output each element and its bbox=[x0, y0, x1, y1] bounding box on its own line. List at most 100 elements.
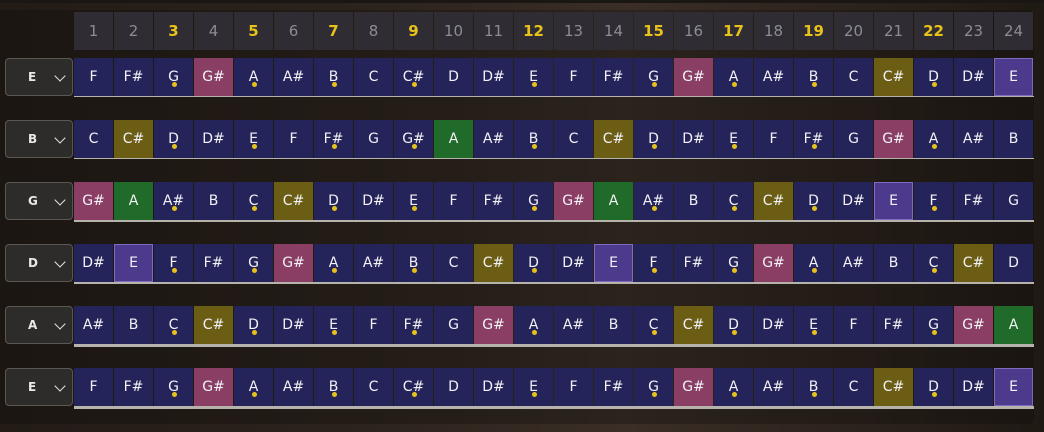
note-cell-s2-f13[interactable]: C bbox=[554, 120, 593, 158]
note-cell-s3-f13[interactable]: G# bbox=[554, 182, 593, 220]
note-cell-s6-f20[interactable]: C bbox=[834, 368, 873, 406]
note-cell-s6-f7[interactable]: B bbox=[314, 368, 353, 406]
note-cell-s1-f20[interactable]: C bbox=[834, 58, 873, 96]
note-cell-s3-f4[interactable]: B bbox=[194, 182, 233, 220]
note-cell-s2-f3[interactable]: D bbox=[154, 120, 193, 158]
note-cell-s2-f2[interactable]: C# bbox=[114, 120, 153, 158]
note-cell-s2-f12[interactable]: B bbox=[514, 120, 553, 158]
note-cell-s1-f17[interactable]: A bbox=[714, 58, 753, 96]
note-cell-s2-f16[interactable]: D# bbox=[674, 120, 713, 158]
note-cell-s3-f24[interactable]: G bbox=[994, 182, 1033, 220]
note-cell-s2-f19[interactable]: F# bbox=[794, 120, 833, 158]
note-cell-s1-f6[interactable]: A# bbox=[274, 58, 313, 96]
note-cell-s5-f5[interactable]: D bbox=[234, 306, 273, 344]
note-cell-s5-f2[interactable]: B bbox=[114, 306, 153, 344]
note-cell-s5-f6[interactable]: D# bbox=[274, 306, 313, 344]
note-cell-s5-f9[interactable]: F# bbox=[394, 306, 433, 344]
note-cell-s3-f8[interactable]: D# bbox=[354, 182, 393, 220]
note-cell-s4-f11[interactable]: C# bbox=[474, 244, 513, 282]
note-cell-s6-f5[interactable]: A bbox=[234, 368, 273, 406]
note-cell-s6-f13[interactable]: F bbox=[554, 368, 593, 406]
note-cell-s2-f5[interactable]: E bbox=[234, 120, 273, 158]
note-cell-s4-f18[interactable]: G# bbox=[754, 244, 793, 282]
note-cell-s5-f13[interactable]: A# bbox=[554, 306, 593, 344]
note-cell-s5-f3[interactable]: C bbox=[154, 306, 193, 344]
note-cell-s4-f6[interactable]: G# bbox=[274, 244, 313, 282]
note-cell-s6-f2[interactable]: F# bbox=[114, 368, 153, 406]
note-cell-s1-f9[interactable]: C# bbox=[394, 58, 433, 96]
note-cell-s1-f21[interactable]: C# bbox=[874, 58, 913, 96]
note-cell-s4-f1[interactable]: D# bbox=[74, 244, 113, 282]
note-cell-s5-f4[interactable]: C# bbox=[194, 306, 233, 344]
note-cell-s5-f16[interactable]: C# bbox=[674, 306, 713, 344]
note-cell-s3-f14[interactable]: A bbox=[594, 182, 633, 220]
note-cell-s1-f19[interactable]: B bbox=[794, 58, 833, 96]
note-cell-s1-f18[interactable]: A# bbox=[754, 58, 793, 96]
note-cell-s4-f14[interactable]: E bbox=[594, 244, 633, 282]
note-cell-s3-f9[interactable]: E bbox=[394, 182, 433, 220]
note-cell-s1-f1[interactable]: F bbox=[74, 58, 113, 96]
note-cell-s5-f22[interactable]: G bbox=[914, 306, 953, 344]
note-cell-s6-f12[interactable]: E bbox=[514, 368, 553, 406]
note-cell-s4-f4[interactable]: F# bbox=[194, 244, 233, 282]
note-cell-s3-f20[interactable]: D# bbox=[834, 182, 873, 220]
tuning-select-string-1[interactable]: E bbox=[5, 58, 73, 96]
note-cell-s6-f16[interactable]: G# bbox=[674, 368, 713, 406]
note-cell-s4-f20[interactable]: A# bbox=[834, 244, 873, 282]
note-cell-s1-f8[interactable]: C bbox=[354, 58, 393, 96]
note-cell-s2-f21[interactable]: G# bbox=[874, 120, 913, 158]
note-cell-s6-f14[interactable]: F# bbox=[594, 368, 633, 406]
note-cell-s2-f11[interactable]: A# bbox=[474, 120, 513, 158]
note-cell-s4-f10[interactable]: C bbox=[434, 244, 473, 282]
note-cell-s2-f15[interactable]: D bbox=[634, 120, 673, 158]
note-cell-s1-f14[interactable]: F# bbox=[594, 58, 633, 96]
note-cell-s1-f16[interactable]: G# bbox=[674, 58, 713, 96]
note-cell-s1-f13[interactable]: F bbox=[554, 58, 593, 96]
note-cell-s5-f1[interactable]: A# bbox=[74, 306, 113, 344]
note-cell-s5-f7[interactable]: E bbox=[314, 306, 353, 344]
note-cell-s6-f6[interactable]: A# bbox=[274, 368, 313, 406]
note-cell-s6-f9[interactable]: C# bbox=[394, 368, 433, 406]
note-cell-s5-f17[interactable]: D bbox=[714, 306, 753, 344]
note-cell-s6-f1[interactable]: F bbox=[74, 368, 113, 406]
note-cell-s1-f4[interactable]: G# bbox=[194, 58, 233, 96]
note-cell-s4-f23[interactable]: C# bbox=[954, 244, 993, 282]
note-cell-s3-f6[interactable]: C# bbox=[274, 182, 313, 220]
note-cell-s2-f8[interactable]: G bbox=[354, 120, 393, 158]
note-cell-s3-f10[interactable]: F bbox=[434, 182, 473, 220]
note-cell-s5-f20[interactable]: F bbox=[834, 306, 873, 344]
note-cell-s2-f24[interactable]: B bbox=[994, 120, 1033, 158]
note-cell-s2-f10[interactable]: A bbox=[434, 120, 473, 158]
note-cell-s3-f3[interactable]: A# bbox=[154, 182, 193, 220]
note-cell-s2-f7[interactable]: F# bbox=[314, 120, 353, 158]
note-cell-s1-f11[interactable]: D# bbox=[474, 58, 513, 96]
note-cell-s3-f5[interactable]: C bbox=[234, 182, 273, 220]
note-cell-s5-f23[interactable]: G# bbox=[954, 306, 993, 344]
note-cell-s1-f23[interactable]: D# bbox=[954, 58, 993, 96]
note-cell-s4-f2[interactable]: E bbox=[114, 244, 153, 282]
note-cell-s4-f5[interactable]: G bbox=[234, 244, 273, 282]
note-cell-s1-f10[interactable]: D bbox=[434, 58, 473, 96]
note-cell-s3-f2[interactable]: A bbox=[114, 182, 153, 220]
note-cell-s4-f16[interactable]: F# bbox=[674, 244, 713, 282]
note-cell-s3-f15[interactable]: A# bbox=[634, 182, 673, 220]
note-cell-s3-f12[interactable]: G bbox=[514, 182, 553, 220]
note-cell-s4-f12[interactable]: D bbox=[514, 244, 553, 282]
note-cell-s3-f23[interactable]: F# bbox=[954, 182, 993, 220]
note-cell-s2-f17[interactable]: E bbox=[714, 120, 753, 158]
note-cell-s1-f2[interactable]: F# bbox=[114, 58, 153, 96]
tuning-select-string-5[interactable]: A bbox=[5, 306, 73, 344]
note-cell-s1-f24[interactable]: E bbox=[994, 58, 1033, 96]
note-cell-s6-f23[interactable]: D# bbox=[954, 368, 993, 406]
note-cell-s5-f10[interactable]: G bbox=[434, 306, 473, 344]
note-cell-s4-f7[interactable]: A bbox=[314, 244, 353, 282]
note-cell-s4-f15[interactable]: F bbox=[634, 244, 673, 282]
note-cell-s6-f19[interactable]: B bbox=[794, 368, 833, 406]
tuning-select-string-2[interactable]: B bbox=[5, 120, 73, 158]
note-cell-s3-f11[interactable]: F# bbox=[474, 182, 513, 220]
note-cell-s6-f24[interactable]: E bbox=[994, 368, 1033, 406]
note-cell-s5-f21[interactable]: F# bbox=[874, 306, 913, 344]
note-cell-s1-f7[interactable]: B bbox=[314, 58, 353, 96]
note-cell-s6-f8[interactable]: C bbox=[354, 368, 393, 406]
note-cell-s3-f18[interactable]: C# bbox=[754, 182, 793, 220]
